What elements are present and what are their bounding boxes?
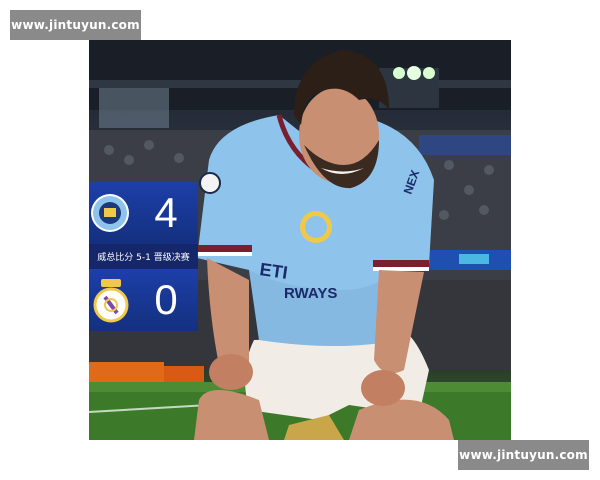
real-madrid-crest-icon [93,279,129,323]
manchester-city-crest-icon [91,194,129,232]
home-team-block: 4 [89,182,198,244]
jersey-sponsor-text: ETI [258,259,289,283]
jersey-sponsor-text-2: RWAYS [284,285,337,302]
away-score: 0 [154,276,178,323]
watermark-bottom: www.jintuyun.com [458,440,589,470]
score-overlay: 4 威总比分 5-1 晋级决赛 0 [89,182,198,332]
aggregate-result-text: 威总比分 5-1 晋级决赛 [89,244,198,269]
away-team-block: 0 [89,269,198,331]
home-score: 4 [154,189,178,236]
watermark-top: www.jintuyun.com [10,10,141,40]
